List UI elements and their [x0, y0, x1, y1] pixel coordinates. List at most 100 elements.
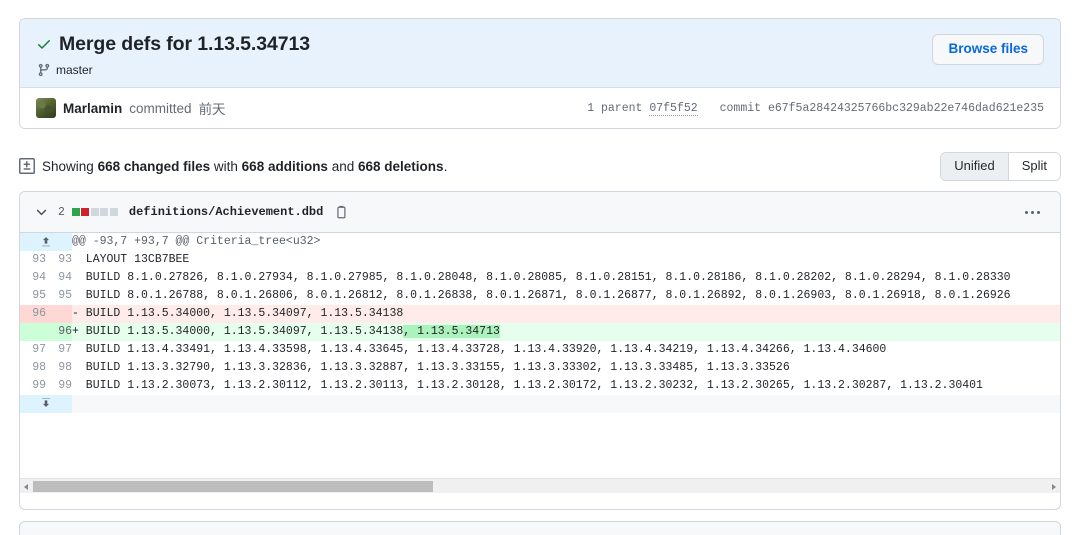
line-number-old: 99: [20, 377, 46, 395]
diff-line-code-deleted: - BUILD 1.13.5.34000, 1.13.5.34097, 1.13…: [72, 305, 1060, 323]
chevron-down-icon[interactable]: [34, 205, 49, 220]
diff-line-code: BUILD 1.13.4.33491, 1.13.4.33598, 1.13.4…: [72, 341, 1060, 359]
diff-scroll-region[interactable]: @@ -93,7 +93,7 @@ Criteria_tree<u32> 93 …: [20, 233, 1060, 493]
kebab-dot: [1025, 210, 1028, 214]
scroll-right-arrow-icon[interactable]: [1047, 479, 1060, 494]
line-number-new: 96: [46, 323, 72, 341]
diff-summary-text: Showing 668 changed files with 668 addit…: [42, 159, 447, 174]
diffstat-block-add: [71, 208, 80, 216]
line-number-new: 95: [46, 287, 72, 305]
avatar[interactable]: [36, 98, 56, 119]
author-name[interactable]: Marlamin: [63, 101, 122, 116]
line-number-new: 97: [46, 341, 72, 359]
expand-down-button[interactable]: [20, 395, 72, 413]
commit-title-section: Merge defs for 1.13.5.34713 master Brows…: [20, 19, 1060, 88]
unified-view-button[interactable]: Unified: [941, 153, 1008, 180]
table-row: 97 97 BUILD 1.13.4.33491, 1.13.4.33598, …: [20, 341, 1060, 359]
commit-info: commit e67f5a28424325766bc329ab22e746dad…: [720, 102, 1044, 115]
commit-title-wrap: Merge defs for 1.13.5.34713 master: [36, 32, 932, 77]
expand-up-button[interactable]: [20, 233, 72, 251]
diff-line-code: BUILD 1.13.2.30073, 1.13.2.30112, 1.13.2…: [72, 377, 1060, 395]
parent-info: 1 parent 07f5f52: [587, 101, 698, 116]
diffstat-block-del: [81, 208, 90, 216]
parent-sha[interactable]: 07f5f52: [649, 101, 698, 116]
diff-view-mode-toggle: Unified Split: [940, 152, 1061, 181]
expand-up-icon: [39, 234, 53, 248]
branch-indicator[interactable]: master: [37, 63, 932, 77]
file-path[interactable]: definitions/Achievement.dbd: [129, 205, 323, 219]
diff-hunk-header-row: @@ -93,7 +93,7 @@ Criteria_tree<u32>: [20, 233, 1060, 251]
line-number-old: 98: [20, 359, 46, 377]
diff-line-code: BUILD 8.0.1.26788, 8.0.1.26806, 8.0.1.26…: [72, 287, 1060, 305]
scrollbar-thumb[interactable]: [33, 480, 433, 492]
diff-horizontal-scrollbar[interactable]: [20, 478, 1060, 493]
verified-check-icon: [36, 36, 52, 52]
diff-expand-spacer: [72, 395, 1060, 413]
committed-label: committed: [129, 100, 192, 116]
line-number-old: 93: [20, 251, 46, 269]
expand-down-icon: [39, 396, 53, 410]
commit-title-row: Merge defs for 1.13.5.34713: [36, 32, 932, 56]
summary-period: .: [443, 158, 448, 174]
commit-label: commit: [719, 101, 762, 115]
table-row-addition: 96 + BUILD 1.13.5.34000, 1.13.5.34097, 1…: [20, 323, 1060, 341]
scroll-left-arrow-icon[interactable]: [20, 479, 33, 494]
line-number-new: 93: [46, 251, 72, 269]
file-diffstat-blocks: [71, 208, 118, 216]
kebab-dot: [1037, 210, 1040, 214]
diff-table: @@ -93,7 +93,7 @@ Criteria_tree<u32> 93 …: [20, 233, 1060, 413]
summary-with: with: [213, 158, 238, 174]
commit-meta-row: Marlamin committed 前天 1 parent 07f5f52 c…: [20, 87, 1060, 129]
branch-name: master: [56, 63, 93, 78]
commit-header-card: Merge defs for 1.13.5.34713 master Brows…: [19, 18, 1061, 130]
line-number-old: [20, 323, 46, 341]
diff-line-code: LAYOUT 13CB7BEE: [72, 251, 1060, 269]
changed-files-count: 668 changed files: [97, 158, 211, 174]
diff-line-code-added-plain: + BUILD 1.13.5.34000, 1.13.5.34097, 1.13…: [72, 325, 404, 338]
diff-line-code: BUILD 1.13.3.32790, 1.13.3.32836, 1.13.3…: [72, 359, 1060, 377]
table-row: 95 95 BUILD 8.0.1.26788, 8.0.1.26806, 8.…: [20, 287, 1060, 305]
diff-expand-row: [20, 395, 1060, 413]
split-view-button[interactable]: Split: [1007, 153, 1060, 180]
kebab-horizontal-icon[interactable]: [1017, 205, 1048, 220]
additions-count: 668 additions: [241, 158, 328, 174]
kebab-dot: [1031, 210, 1034, 214]
commit-diff-page: Merge defs for 1.13.5.34713 master Brows…: [0, 0, 1080, 535]
browse-files-button[interactable]: Browse files: [932, 34, 1044, 65]
next-file-diff-header: 2 definitions/AchievementCategory.dbd: [20, 522, 1060, 535]
diff-summary-row: Showing 668 changed files with 668 addit…: [19, 152, 1061, 181]
next-file-diff-card: 2 definitions/AchievementCategory.dbd: [19, 521, 1061, 535]
commit-sha[interactable]: e67f5a28424325766bc329ab22e746dad621e235: [768, 102, 1044, 115]
copy-path-icon[interactable]: [334, 205, 349, 220]
line-number-new: 98: [46, 359, 72, 377]
parent-label: 1 parent: [587, 101, 643, 115]
table-row-deletion: 96 - BUILD 1.13.5.34000, 1.13.5.34097, 1…: [20, 305, 1060, 323]
summary-prefix: Showing: [42, 158, 94, 174]
table-row: 98 98 BUILD 1.13.3.32790, 1.13.3.32836, …: [20, 359, 1060, 377]
diff-line-code: BUILD 8.1.0.27826, 8.1.0.27934, 8.1.0.27…: [72, 269, 1060, 287]
table-row: 94 94 BUILD 8.1.0.27826, 8.1.0.27934, 8.…: [20, 269, 1060, 287]
line-number-old: 96: [20, 305, 46, 323]
author-block: Marlamin committed 前天: [36, 98, 226, 119]
file-changes-count: 2: [58, 205, 65, 219]
git-branch-icon: [37, 63, 51, 77]
diffstat-block-neutral: [100, 208, 109, 216]
diff-word-added: , 1.13.5.34713: [403, 325, 500, 338]
table-row: 99 99 BUILD 1.13.2.30073, 1.13.2.30112, …: [20, 377, 1060, 395]
file-diff-header: 2 definitions/Achievement.dbd: [20, 192, 1060, 233]
page-title: Merge defs for 1.13.5.34713: [59, 33, 310, 55]
line-number-old: 95: [20, 287, 46, 305]
line-number-old: 97: [20, 341, 46, 359]
diff-hunk-header: @@ -93,7 +93,7 @@ Criteria_tree<u32>: [72, 233, 1060, 251]
diffstat-block-neutral: [109, 208, 118, 216]
file-diff-card: 2 definitions/Achievement.dbd @@ -93,7 +…: [19, 191, 1061, 510]
commit-relative-time: 前天: [198, 102, 226, 118]
line-number-new: 99: [46, 377, 72, 395]
line-number-new: 94: [46, 269, 72, 287]
scrollbar-track[interactable]: [33, 479, 1047, 494]
table-row: 93 93 LAYOUT 13CB7BEE: [20, 251, 1060, 269]
commit-sha-area: 1 parent 07f5f52 commit e67f5a2842432576…: [587, 101, 1044, 116]
summary-and: and: [331, 158, 355, 174]
deletions-count: 668 deletions: [358, 158, 444, 174]
diff-stat-icon: [19, 158, 35, 175]
